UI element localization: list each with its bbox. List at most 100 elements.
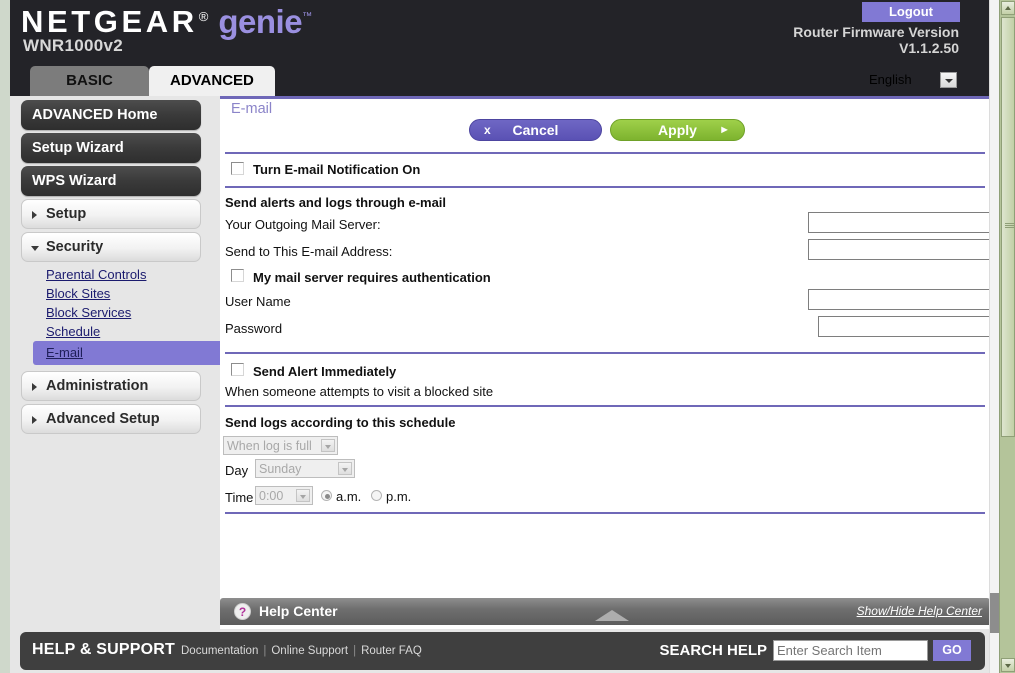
am-label: a.m. — [336, 489, 362, 504]
schedule-frequency-value: When log is full — [227, 439, 312, 453]
help-center-title: Help Center — [259, 603, 338, 619]
footer-separator: | — [263, 645, 267, 657]
day-label: Day — [225, 463, 249, 478]
apply-button[interactable]: Apply ► — [610, 119, 745, 141]
username-input[interactable] — [808, 289, 1003, 310]
send-to-email-address-label: Send to This E-mail Address: — [225, 244, 393, 259]
tab-basic[interactable]: BASIC — [30, 66, 149, 96]
send-alert-immediately-label: Send Alert Immediately — [253, 364, 397, 379]
help-center-bar[interactable]: ? Help Center Show/Hide Help Center — [220, 598, 990, 625]
email-settings-panel: E-mail x Cancel Apply ► Turn E-mail Noti… — [220, 96, 1003, 629]
sidebar-item-email-label: E-mail — [46, 345, 83, 360]
sidebar-item-block-services[interactable]: Block Services — [21, 303, 219, 322]
scroll-down-icon[interactable] — [1001, 658, 1015, 672]
schedule-section-title: Send logs according to this schedule — [225, 415, 456, 430]
footer-separator: | — [353, 645, 357, 657]
router-admin-page: NETGEAR® genie™ WNR1000v2 Logout Router F… — [0, 0, 1015, 673]
footer-link-router-faq[interactable]: Router FAQ — [361, 645, 422, 657]
chevron-right-icon — [32, 211, 37, 219]
time-select[interactable]: 0:00 — [255, 486, 313, 505]
sidebar-item-email[interactable]: E-mail — [33, 341, 239, 365]
divider-notification — [225, 186, 985, 188]
show-hide-help-center-link[interactable]: Show/Hide Help Center — [857, 604, 982, 618]
sidebar-item-schedule-label: Schedule — [46, 324, 101, 339]
am-radio[interactable] — [321, 490, 332, 501]
help-support-title: HELP & SUPPORT — [32, 641, 175, 658]
scroll-up-icon[interactable] — [1001, 1, 1015, 15]
browser-scrollbar-thumb[interactable] — [1001, 17, 1015, 437]
cancel-button-label: Cancel — [512, 122, 559, 138]
firmware-version-value: V1.1.2.50 — [899, 40, 959, 56]
help-support-footer: HELP & SUPPORT Documentation | Online Supp… — [20, 632, 985, 670]
outgoing-mail-server-label: Your Outgoing Mail Server: — [225, 217, 381, 232]
sidebar-item-block-services-label: Block Services — [46, 305, 132, 320]
section-alerts-title: Send alerts and logs through e-mail — [225, 195, 447, 210]
page-scrollbar[interactable] — [989, 0, 1000, 673]
day-select-value: Sunday — [259, 462, 302, 476]
sidebar-group-security[interactable]: Security — [21, 232, 201, 262]
sidebar-group-administration[interactable]: Administration — [21, 371, 201, 401]
footer-links: Documentation | Online Support | Router FAQ — [181, 645, 422, 657]
sidebar-group-setup[interactable]: Setup — [21, 199, 201, 229]
question-mark-icon: ? — [234, 603, 251, 620]
chevron-up-icon[interactable] — [595, 610, 629, 621]
apply-button-label: Apply — [658, 122, 697, 138]
browser-scrollbar[interactable] — [999, 0, 1015, 673]
username-label: User Name — [225, 294, 291, 309]
firmware-version-label: Router Firmware Version — [793, 24, 959, 40]
sidebar-group-advanced-setup-label: Advanced Setup — [46, 411, 160, 427]
divider-auth — [225, 352, 985, 354]
mail-auth-checkbox[interactable] — [231, 269, 244, 282]
router-model-label: WNR1000v2 — [23, 36, 124, 55]
footer-link-online-support[interactable]: Online Support — [271, 645, 348, 657]
email-notification-label: Turn E-mail Notification On — [253, 162, 421, 177]
brand-genie-text: genie — [218, 3, 303, 40]
pm-radio[interactable] — [371, 490, 382, 501]
page-gutter-left — [0, 0, 10, 673]
sidebar-group-security-label: Security — [46, 239, 104, 255]
chevron-down-icon — [31, 246, 39, 251]
cancel-button[interactable]: x Cancel — [469, 119, 602, 141]
password-input[interactable] — [818, 316, 1003, 337]
sidebar-item-parental-controls[interactable]: Parental Controls — [21, 265, 219, 284]
page-header: NETGEAR® genie™ WNR1000v2 Logout Router F… — [10, 0, 990, 96]
outgoing-mail-server-input[interactable] — [808, 212, 1003, 233]
sidebar-group-setup-label: Setup — [46, 206, 87, 222]
content-area: ADVANCED Home Setup Wizard WPS Wizard Se… — [10, 96, 1003, 629]
day-select[interactable]: Sunday — [255, 459, 355, 478]
email-notification-checkbox[interactable] — [231, 162, 244, 175]
language-select[interactable]: English — [865, 70, 959, 91]
brand-registered-icon: ® — [198, 9, 209, 24]
sidebar-item-wps-wizard[interactable]: WPS Wizard — [21, 166, 201, 196]
search-help-input[interactable] — [773, 640, 928, 661]
sidebar-item-advanced-home[interactable]: ADVANCED Home — [21, 100, 201, 130]
divider-bottom — [225, 512, 985, 514]
footer-link-documentation[interactable]: Documentation — [181, 645, 258, 657]
sidebar-item-setup-wizard[interactable]: Setup Wizard — [21, 133, 201, 163]
search-go-button[interactable]: GO — [933, 640, 971, 661]
brand-netgear-text: NETGEAR — [21, 4, 198, 39]
send-alert-immediately-sub-label: When someone attempts to visit a blocked… — [225, 384, 494, 399]
tab-advanced[interactable]: ADVANCED — [149, 66, 275, 96]
send-alert-immediately-checkbox[interactable] — [231, 363, 244, 376]
sidebar-group-advanced-setup[interactable]: Advanced Setup — [21, 404, 201, 434]
divider-alert — [225, 405, 985, 407]
close-icon: x — [484, 123, 491, 137]
chevron-down-icon — [338, 462, 352, 475]
page-title: E-mail — [231, 101, 273, 117]
scrollbar-grip-icon — [1005, 223, 1014, 229]
sidebar-item-block-sites[interactable]: Block Sites — [21, 284, 219, 303]
pm-label: p.m. — [386, 489, 412, 504]
panel-top-border — [220, 96, 990, 99]
schedule-frequency-select[interactable]: When log is full — [223, 436, 338, 455]
chevron-down-icon — [296, 489, 310, 502]
time-select-value: 0:00 — [259, 489, 284, 503]
chevron-down-icon — [321, 439, 335, 452]
language-select-value: English — [869, 72, 912, 87]
sidebar-item-schedule[interactable]: Schedule — [21, 322, 219, 341]
sidebar-group-administration-label: Administration — [46, 378, 149, 394]
password-label: Password — [225, 321, 283, 336]
send-to-email-address-input[interactable] — [808, 239, 1003, 260]
logout-button[interactable]: Logout — [862, 2, 960, 22]
time-label: Time — [225, 490, 254, 505]
